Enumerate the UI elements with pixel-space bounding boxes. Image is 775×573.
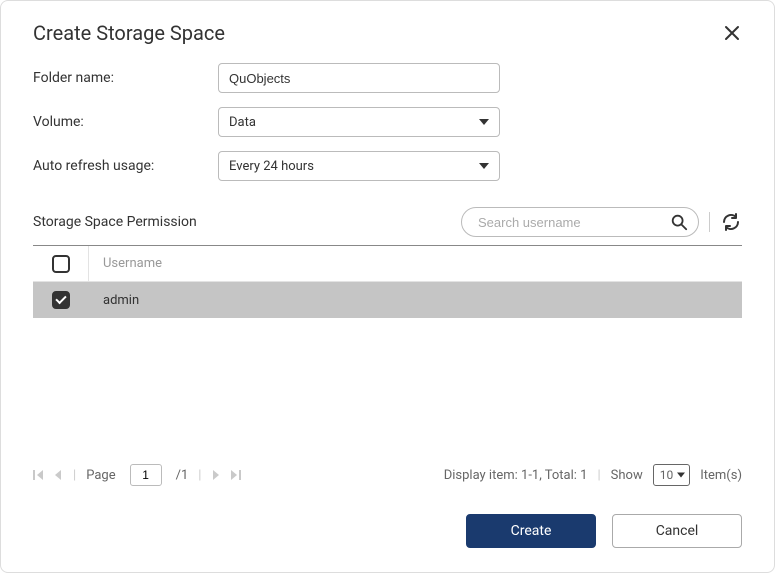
page-label: Page — [86, 468, 115, 483]
search-username-wrap — [461, 207, 699, 237]
volume-value: Data — [229, 115, 256, 130]
chevron-down-icon — [479, 119, 489, 125]
search-username-input[interactable] — [476, 214, 670, 231]
create-button[interactable]: Create — [466, 514, 596, 548]
prev-page-button[interactable] — [53, 468, 63, 482]
table-body: admin — [33, 282, 742, 454]
auto-refresh-row: Auto refresh usage: Every 24 hours — [33, 151, 742, 181]
last-page-button[interactable] — [231, 468, 241, 482]
total-pages: /1 — [176, 468, 189, 483]
row-check-cell — [33, 282, 89, 318]
folder-name-input[interactable] — [218, 63, 500, 93]
dialog-title: Create Storage Space — [33, 21, 225, 45]
close-button[interactable] — [722, 23, 742, 43]
next-page-button[interactable] — [211, 468, 221, 482]
divider: | — [73, 468, 76, 483]
show-label: Show — [611, 468, 643, 483]
volume-select[interactable]: Data — [218, 107, 500, 137]
select-all-checkbox[interactable] — [52, 255, 70, 273]
pagination-right: Display item: 1-1, Total: 1 | Show 10 It… — [444, 464, 742, 486]
create-storage-space-dialog: Create Storage Space Folder name: Volume… — [0, 0, 775, 573]
display-summary: Display item: 1-1, Total: 1 — [444, 468, 588, 483]
select-all-cell — [33, 246, 89, 281]
dialog-footer: Create Cancel — [33, 514, 742, 548]
pagination: | Page /1 | Display item: 1-1, Total: 1 … — [33, 454, 742, 486]
permission-table: Username admin — [33, 246, 742, 454]
page-size-select[interactable]: 10 — [653, 464, 691, 486]
folder-name-row: Folder name: — [33, 63, 742, 93]
page-input[interactable] — [130, 464, 162, 486]
items-label: Item(s) — [700, 468, 742, 483]
page-size-value: 10 — [660, 468, 674, 482]
auto-refresh-select[interactable]: Every 24 hours — [218, 151, 500, 181]
refresh-button[interactable] — [720, 211, 742, 233]
divider — [709, 212, 710, 232]
auto-refresh-label: Auto refresh usage: — [33, 158, 218, 174]
folder-name-label: Folder name: — [33, 70, 218, 86]
divider: | — [597, 468, 600, 483]
row-username: admin — [89, 282, 742, 318]
search-icon[interactable] — [670, 213, 688, 231]
chevron-down-icon — [479, 163, 489, 169]
divider: | — [198, 468, 201, 483]
column-username[interactable]: Username — [89, 246, 742, 281]
chevron-down-icon — [677, 473, 685, 478]
table-row[interactable]: admin — [33, 282, 742, 318]
volume-label: Volume: — [33, 114, 218, 130]
row-checkbox[interactable] — [52, 291, 70, 309]
first-page-button[interactable] — [33, 468, 43, 482]
refresh-icon — [721, 212, 741, 232]
auto-refresh-value: Every 24 hours — [229, 159, 314, 174]
pagination-left: | Page /1 | — [33, 464, 241, 486]
permission-tools — [461, 207, 742, 237]
permission-title: Storage Space Permission — [33, 214, 197, 230]
dialog-header: Create Storage Space — [33, 21, 742, 45]
volume-row: Volume: Data — [33, 107, 742, 137]
cancel-button[interactable]: Cancel — [612, 514, 742, 548]
table-header: Username — [33, 246, 742, 282]
close-icon — [724, 25, 740, 41]
permission-header: Storage Space Permission — [33, 207, 742, 246]
